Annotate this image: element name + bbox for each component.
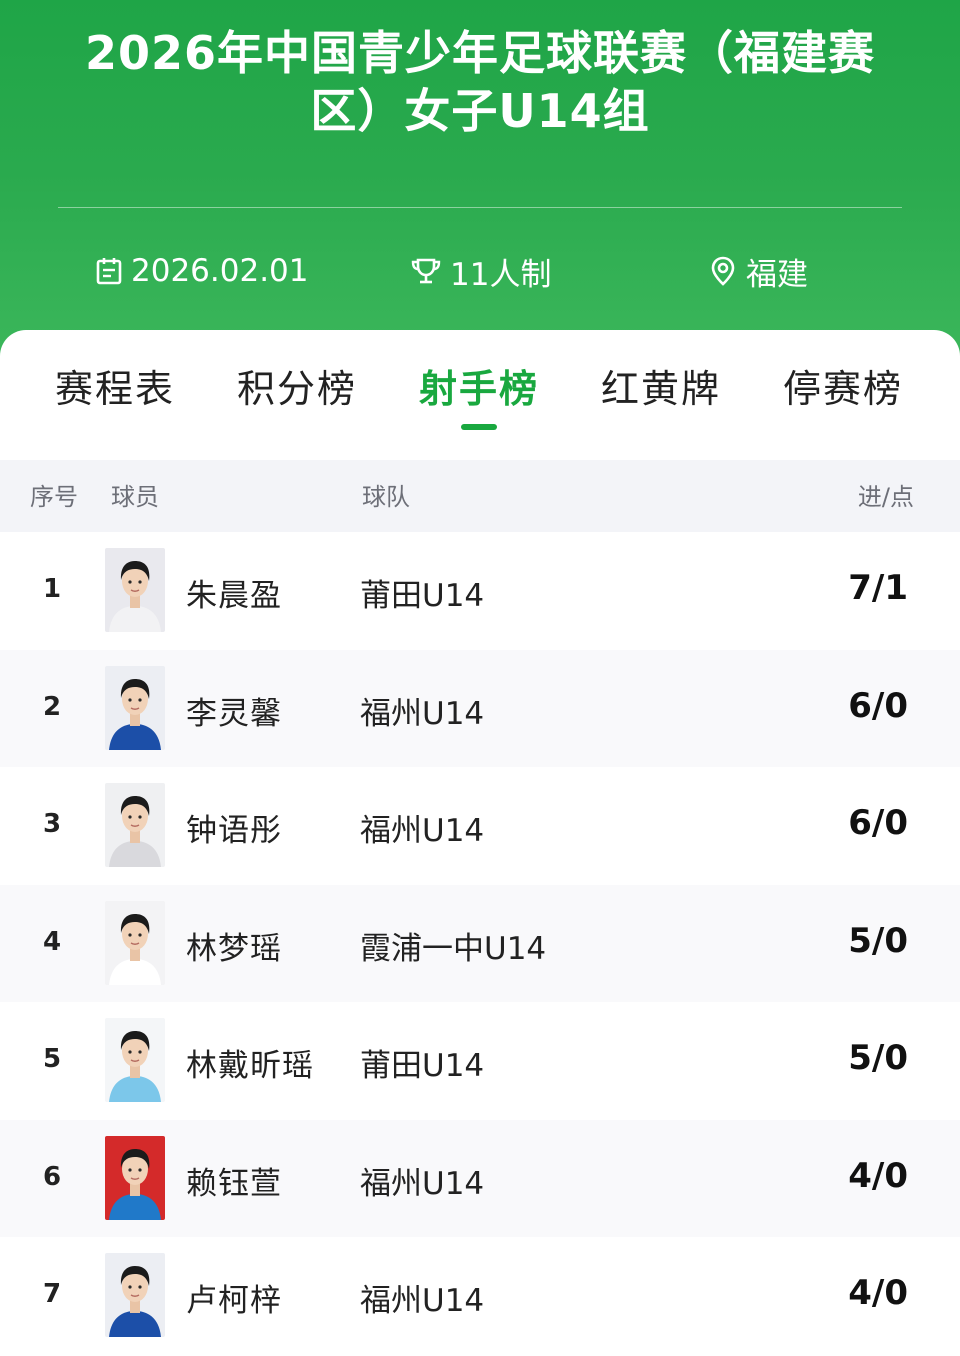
match-location: 福建 — [708, 250, 808, 293]
table-row[interactable]: 5 林戴昕瑶 莆田U14 5/0 — [0, 1002, 960, 1120]
tab-cards[interactable]: 红黄牌 — [586, 364, 736, 414]
scorer-list: 1 朱晨盈 莆田U14 7/1 2 李灵馨 福州U14 6/0 3 钟语彤 福州U14 6/0 4 林梦瑶… — [0, 532, 960, 1355]
tab-schedule[interactable]: 赛程表 — [40, 364, 190, 414]
player-name[interactable]: 赖钰萱 — [186, 1158, 282, 1203]
player-rank: 2 — [42, 691, 62, 722]
calendar-icon — [96, 258, 122, 285]
player-name[interactable]: 林戴昕瑶 — [186, 1040, 314, 1085]
player-goals: 4/0 — [848, 1273, 908, 1313]
player-goals: 7/1 — [848, 568, 908, 608]
active-tab-indicator — [461, 424, 497, 430]
player-name[interactable]: 卢柯梓 — [186, 1275, 282, 1320]
player-avatar — [105, 1253, 165, 1337]
player-rank: 4 — [42, 926, 62, 957]
player-rank: 3 — [42, 809, 62, 839]
player-avatar — [105, 900, 165, 985]
table-header: 序号 球员 球队 进/点 — [0, 460, 960, 532]
player-avatar — [105, 1135, 165, 1220]
player-team[interactable]: 福州U14 — [360, 805, 484, 850]
tab-top-scorers[interactable]: 射手榜 — [404, 364, 554, 414]
player-goals: 6/0 — [848, 685, 908, 726]
page-title: 2026年中国青少年足球联赛（福建赛 区）女子U14组 — [40, 24, 920, 140]
player-team[interactable]: 福州U14 — [360, 688, 484, 733]
table-row[interactable]: 6 赖钰萱 福州U14 4/0 — [0, 1119, 960, 1237]
tab-standings[interactable]: 积分榜 — [222, 364, 372, 414]
player-name[interactable]: 林梦瑶 — [186, 923, 282, 968]
player-team[interactable]: 莆田U14 — [360, 1040, 484, 1085]
player-team[interactable]: 霞浦一中U14 — [360, 923, 546, 968]
player-team[interactable]: 莆田U14 — [360, 570, 484, 615]
player-goals: 4/0 — [848, 1155, 908, 1196]
header-divider — [58, 207, 902, 208]
player-name[interactable]: 李灵馨 — [186, 688, 282, 733]
player-rank: 6 — [42, 1161, 62, 1192]
match-format-text: 11人制 — [450, 256, 552, 293]
column-header-team: 球队 — [362, 483, 410, 511]
column-header-goals: 进/点 — [857, 483, 914, 511]
column-header-rank: 序号 — [30, 483, 78, 511]
player-goals: 6/0 — [848, 803, 908, 843]
match-format: 11人制 — [410, 250, 552, 293]
player-avatar — [105, 665, 165, 750]
player-rank: 5 — [42, 1044, 62, 1074]
table-row[interactable]: 3 钟语彤 福州U14 6/0 — [0, 767, 960, 885]
content-panel: 赛程表 积分榜 射手榜 红黄牌 停赛榜 序号 球员 球队 进/点 1 朱晨盈 莆田U… — [0, 330, 960, 1356]
title-line-2: 区）女子U14组 — [310, 84, 650, 138]
header-banner: 2026年中国青少年足球联赛（福建赛 区）女子U14组 2026.02.01 1… — [0, 0, 960, 380]
location-pin-icon — [711, 256, 735, 286]
player-avatar — [105, 783, 165, 867]
tab-bar: 赛程表 积分榜 射手榜 红黄牌 停赛榜 — [0, 330, 960, 460]
player-avatar — [105, 548, 165, 632]
table-row[interactable]: 4 林梦瑶 霞浦一中U14 5/0 — [0, 884, 960, 1002]
table-row[interactable]: 7 卢柯梓 福州U14 4/0 — [0, 1237, 960, 1355]
trophy-icon — [411, 258, 441, 284]
player-name[interactable]: 朱晨盈 — [186, 570, 282, 615]
player-rank: 1 — [42, 574, 62, 604]
match-location-text: 福建 — [746, 256, 808, 293]
player-team[interactable]: 福州U14 — [360, 1158, 484, 1203]
player-team[interactable]: 福州U14 — [360, 1275, 484, 1320]
table-row[interactable]: 1 朱晨盈 莆田U14 7/1 — [0, 532, 960, 650]
title-line-1: 2026年中国青少年足球联赛（福建赛 — [84, 26, 876, 80]
match-date-text: 2026.02.01 — [131, 253, 309, 289]
column-header-player: 球员 — [111, 483, 159, 511]
table-row[interactable]: 2 李灵馨 福州U14 6/0 — [0, 649, 960, 767]
player-avatar — [105, 1018, 165, 1102]
tab-suspensions[interactable]: 停赛榜 — [768, 364, 918, 414]
player-name[interactable]: 钟语彤 — [186, 805, 282, 850]
player-goals: 5/0 — [848, 920, 908, 961]
player-goals: 5/0 — [848, 1038, 908, 1078]
match-date: 2026.02.01 — [95, 250, 309, 292]
player-rank: 7 — [42, 1279, 62, 1309]
